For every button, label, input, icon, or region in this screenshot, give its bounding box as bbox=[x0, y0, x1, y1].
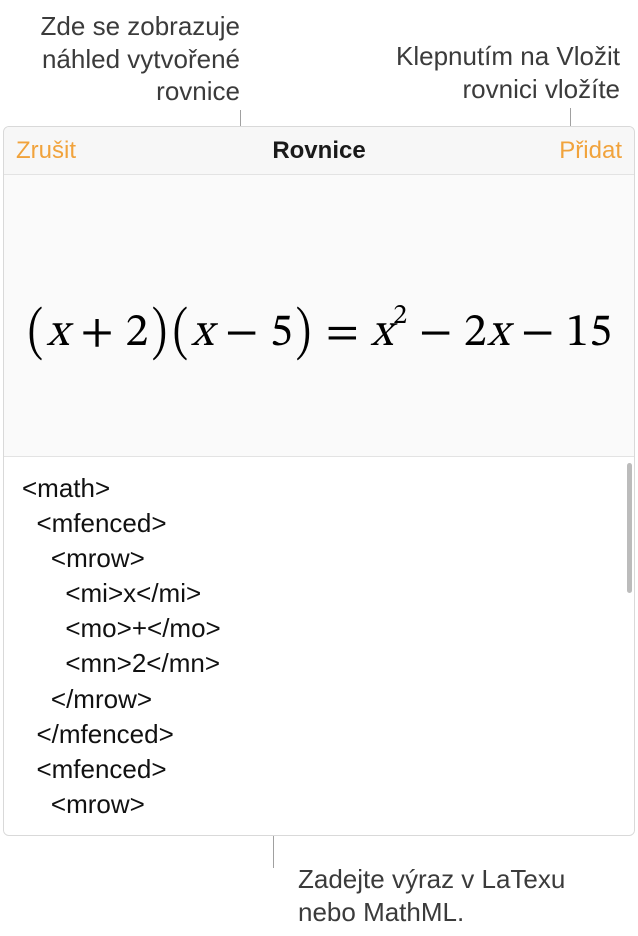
var-x: x bbox=[191, 310, 214, 356]
equation-dialog: Zrušit Rovnice Přidat (x + 2)(x − 5) = x… bbox=[3, 126, 635, 836]
code-input-area[interactable]: <math> <mfenced> <mrow> <mi>x</mi> <mo>+… bbox=[4, 457, 634, 835]
paren-open: ( bbox=[173, 298, 189, 371]
paren-close: ) bbox=[296, 298, 312, 371]
dialog-title: Rovnice bbox=[4, 137, 634, 165]
op-eq: = bbox=[315, 310, 371, 356]
callout-code: Zadejte výraz v LaTexu nebo MathML. bbox=[298, 863, 618, 928]
root-container: Zde se zobrazuje náhled vytvořené rovnic… bbox=[0, 0, 638, 936]
num-5: 5 bbox=[270, 310, 293, 356]
term-minus-2: − 2 bbox=[408, 310, 488, 356]
op-plus: + bbox=[69, 310, 125, 356]
paren-close: ) bbox=[151, 298, 167, 371]
scrollbar-thumb[interactable] bbox=[627, 463, 632, 593]
term-minus-15: − 15 bbox=[510, 310, 613, 356]
insert-button[interactable]: Přidat bbox=[559, 137, 622, 165]
var-x: x bbox=[371, 310, 394, 356]
callout-preview: Zde se zobrazuje náhled vytvořené rovnic… bbox=[0, 10, 240, 108]
var-x: x bbox=[487, 310, 510, 356]
op-minus: − bbox=[214, 310, 270, 356]
equation-preview: (x + 2)(x − 5) = x2 − 2x − 15 bbox=[4, 175, 634, 457]
exponent-2: 2 bbox=[393, 302, 407, 330]
dialog-header: Zrušit Rovnice Přidat bbox=[4, 127, 634, 175]
paren-open: ( bbox=[28, 298, 44, 371]
var-x: x bbox=[47, 310, 70, 356]
equation-render: (x + 2)(x − 5) = x2 − 2x − 15 bbox=[25, 264, 612, 367]
code-text: <math> <mfenced> <mrow> <mi>x</mi> <mo>+… bbox=[22, 471, 618, 822]
num-2: 2 bbox=[125, 310, 148, 356]
callout-insert: Klepnutím na Vložit rovnici vložíte bbox=[340, 40, 620, 105]
